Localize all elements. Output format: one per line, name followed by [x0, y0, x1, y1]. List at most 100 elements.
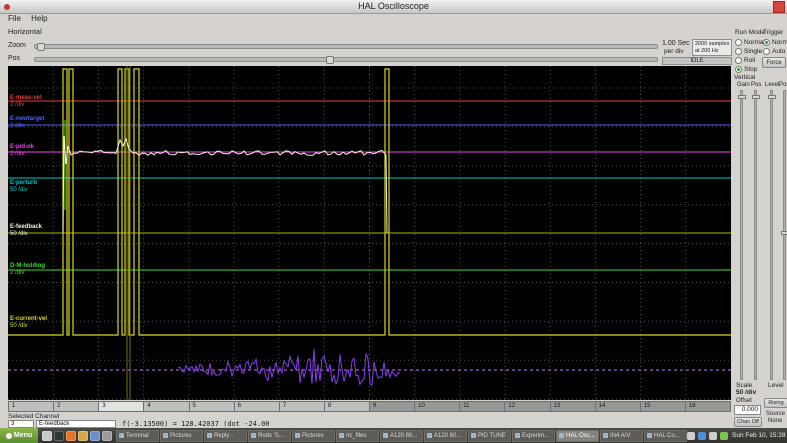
start-menu-button[interactable]: Menu	[0, 428, 38, 443]
menu-file[interactable]: File	[8, 14, 21, 23]
horizontal-pos-slider-handle[interactable]	[326, 56, 334, 64]
gain-label: Gain	[737, 82, 750, 88]
trigger-source-value[interactable]: None	[768, 418, 782, 424]
taskbar-window-pictures[interactable]: Pictures	[160, 429, 203, 442]
chan-off-button[interactable]: Chan Off	[734, 417, 762, 427]
window-icon	[207, 433, 212, 438]
trigger-source-label: Source	[766, 411, 786, 417]
taskbar-clock[interactable]: Sun Feb 10, 15:28	[732, 432, 786, 439]
trigger-level-section-label: Level	[768, 382, 784, 389]
channel-tab-8[interactable]: 8	[324, 401, 370, 412]
channel-tab-14[interactable]: 14	[595, 401, 641, 412]
channel-tab-9[interactable]: 9	[370, 401, 416, 412]
volume-icon[interactable]	[709, 431, 717, 440]
channel-tab-10[interactable]: 10	[415, 401, 461, 412]
close-icon[interactable]	[773, 1, 785, 13]
taskbar: Menu Terminal Pictures Reply - Rods 'S... Pi…	[0, 428, 787, 443]
taskbar-window-pictures[interactable]: Pictures	[292, 429, 335, 442]
cursor-readout: f(-3.13500) = 128.42037 (dot -24.00	[122, 420, 270, 428]
channel-tab-12[interactable]: 12	[505, 401, 551, 412]
zoom-slider[interactable]	[34, 43, 658, 51]
radio-icon	[735, 66, 742, 73]
volume-icon[interactable]	[102, 430, 112, 441]
horizontal-section-label: Horizontal	[8, 27, 42, 36]
radio-label: Stop	[744, 66, 758, 73]
run-mode-label: Run Mode	[735, 29, 765, 36]
channel-tab-2[interactable]: 2	[54, 401, 100, 412]
gain-slider-handle[interactable]	[738, 95, 746, 99]
window-icon	[647, 433, 652, 438]
taskbar-window-hal-osc-[interactable]: HAL Osc...	[556, 429, 599, 442]
editor-icon[interactable]	[90, 430, 100, 441]
vertical-pos-slider-handle[interactable]	[752, 95, 760, 99]
offset-value[interactable]: 0.000	[734, 405, 761, 415]
taskbar-window-hal-co-[interactable]: HAL Co...	[644, 429, 687, 442]
taskbar-window-label: Terminal	[126, 432, 149, 439]
samples-readout: 2000 samples at 200 Hz	[692, 39, 732, 56]
trigger-level-label: Level	[765, 82, 780, 88]
radio-label: Single	[744, 48, 763, 55]
radio-label: Roll	[744, 57, 756, 64]
radio-normal[interactable]: Normal	[735, 38, 765, 47]
radio-stop[interactable]: Stop	[735, 65, 765, 74]
taskbar-window-terminal[interactable]: Terminal	[116, 429, 159, 442]
network-icon[interactable]	[687, 431, 695, 440]
zoom-label: Zoom	[8, 42, 26, 49]
scope-display[interactable]: E-meas-vel 2 /div E-newtarget 2 /div E-pid-o…	[8, 66, 731, 400]
bluetooth-icon[interactable]	[698, 431, 706, 440]
radio-auto[interactable]: Auto	[763, 47, 787, 56]
taskbar-window-reply-[interactable]: Reply -	[204, 429, 247, 442]
channel-tab-4[interactable]: 4	[144, 401, 190, 412]
firefox-icon[interactable]	[66, 430, 76, 441]
power-icon[interactable]	[720, 431, 728, 440]
window-icon	[515, 433, 520, 438]
trigger-pos-slider-handle[interactable]	[781, 231, 787, 235]
menu-help[interactable]: Help	[31, 14, 47, 23]
radio-single[interactable]: Single	[735, 47, 765, 56]
taskbar-window-a120-80-[interactable]: A120 80...	[424, 429, 467, 442]
menubar: File Help	[0, 14, 731, 26]
show-desktop-icon[interactable]	[42, 430, 52, 441]
channel-tab-1[interactable]: 1	[8, 401, 55, 412]
taskbar-window-experim-[interactable]: Experim...	[512, 429, 555, 442]
window-menu-icon[interactable]	[4, 4, 10, 10]
trigger-level-slider[interactable]	[768, 90, 776, 380]
trigger-level-slider-handle[interactable]	[768, 95, 776, 99]
trigger-slope-button[interactable]: Rising	[764, 398, 787, 408]
trigger-pos-slider[interactable]	[781, 90, 787, 380]
taskbar-window-in4-a-v[interactable]: IN4 A/V	[600, 429, 643, 442]
terminal-icon[interactable]	[54, 430, 64, 441]
radio-normal[interactable]: Normal	[763, 38, 787, 47]
selected-channel-number[interactable]: 3	[8, 420, 34, 428]
vertical-pos-label: Pos	[751, 82, 762, 88]
force-button[interactable]: Force	[762, 57, 786, 68]
channel-tab-7[interactable]: 7	[279, 401, 325, 412]
gain-slider[interactable]	[738, 90, 746, 380]
window-icon	[383, 433, 388, 438]
channel-tab-3[interactable]: 3	[99, 401, 145, 412]
files-icon[interactable]	[78, 430, 88, 441]
selected-channel-name[interactable]: E-feedback	[36, 420, 116, 428]
channel-tab-16[interactable]: 16	[685, 401, 731, 412]
vertical-pos-slider[interactable]	[752, 90, 760, 380]
channel-tab-5[interactable]: 5	[189, 401, 235, 412]
taskbar-window-nc-files[interactable]: nc_files	[336, 429, 379, 442]
trigger-options: Normal Auto	[763, 38, 787, 56]
radio-roll[interactable]: Roll	[735, 56, 765, 65]
channel-label-E-feedback: E-feedback 50 /div	[10, 224, 43, 237]
titlebar[interactable]: HAL Oscilloscope	[0, 0, 787, 14]
channel-tab-13[interactable]: 13	[550, 401, 596, 412]
channel-tab-11[interactable]: 11	[460, 401, 506, 412]
taskbar-window-pid-tune[interactable]: PID TUNE	[468, 429, 511, 442]
channel-label-E-perturb: E-perturb 50 /div	[10, 180, 37, 193]
radio-icon	[735, 39, 742, 46]
zoom-slider-handle[interactable]	[37, 43, 45, 51]
taskbar-window-rods-s-[interactable]: Rods 'S...	[248, 429, 291, 442]
taskbar-window-label: PID TUNE	[478, 432, 506, 439]
horizontal-pos-slider[interactable]	[34, 56, 658, 64]
channel-label-D-M-holding: D-M-holding 2 /div	[10, 263, 45, 276]
samples-count: 2000 samples	[695, 41, 730, 47]
channel-tab-15[interactable]: 15	[640, 401, 686, 412]
taskbar-window-a120-80-[interactable]: A120 80...	[380, 429, 423, 442]
channel-tab-6[interactable]: 6	[234, 401, 280, 412]
